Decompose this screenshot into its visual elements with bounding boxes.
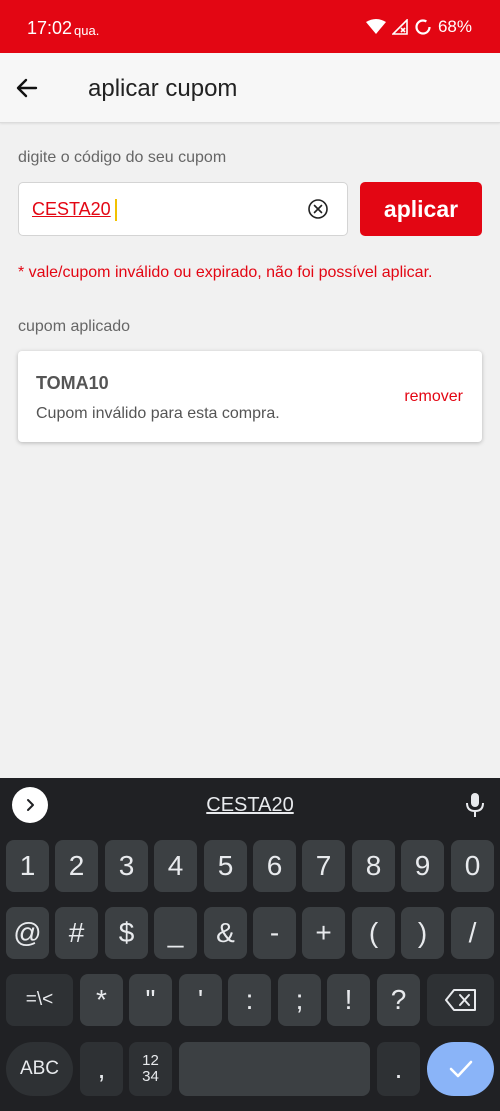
back-button[interactable] [12, 73, 42, 103]
key-9[interactable]: 9 [401, 840, 444, 892]
key-4[interactable]: 4 [154, 840, 197, 892]
close-circle-icon [308, 199, 328, 219]
battery-percent: 68% [437, 17, 472, 36]
coupon-error-message: * vale/cupom inválido ou expirado, não f… [18, 264, 433, 281]
key-ampersand[interactable]: & [204, 907, 247, 959]
apply-coupon-button[interactable]: aplicar [360, 182, 482, 236]
clear-input-button[interactable] [307, 198, 329, 220]
applied-coupon-code: TOMA10 [36, 373, 109, 393]
page-title: aplicar cupom [88, 75, 238, 102]
applied-coupon-label: cupom aplicado [18, 318, 131, 335]
key-plus[interactable]: + [302, 907, 345, 959]
key-question[interactable]: ? [377, 974, 420, 1026]
coupon-code-value[interactable]: CESTA20 [32, 199, 111, 220]
key-0[interactable]: 0 [451, 840, 494, 892]
key-6[interactable]: 6 [253, 840, 296, 892]
arrow-left-icon [16, 78, 38, 98]
key-numpad[interactable]: 12 34 [129, 1042, 172, 1096]
key-comma[interactable]: , [80, 1042, 123, 1096]
status-time: 17:02 [27, 18, 73, 38]
key-hash[interactable]: # [55, 907, 98, 959]
key-colon[interactable]: : [228, 974, 271, 1026]
app-bar: aplicar cupom [0, 53, 500, 123]
key-close-paren[interactable]: ) [401, 907, 444, 959]
key-exclamation[interactable]: ! [327, 974, 370, 1026]
enter-key[interactable] [427, 1042, 494, 1096]
key-1[interactable]: 1 [6, 840, 49, 892]
key-semicolon[interactable]: ; [278, 974, 321, 1026]
backspace-icon [444, 989, 476, 1011]
remove-coupon-button[interactable]: remover [404, 388, 463, 406]
backspace-key[interactable] [427, 974, 494, 1026]
key-slash[interactable]: / [451, 907, 494, 959]
key-abc[interactable]: ABC [6, 1042, 73, 1096]
space-key[interactable] [179, 1042, 370, 1096]
key-5[interactable]: 5 [204, 840, 247, 892]
key-dollar[interactable]: $ [105, 907, 148, 959]
key-2[interactable]: 2 [55, 840, 98, 892]
keyboard: CESTA20 1 2 3 4 5 6 7 8 9 0 @ # $ _ & - … [0, 778, 500, 1111]
keyboard-suggestion[interactable]: CESTA20 [0, 794, 500, 817]
key-double-quote[interactable]: " [129, 974, 172, 1026]
applied-coupon-description: Cupom inválido para esta compra. [36, 405, 280, 422]
key-asterisk[interactable]: * [80, 974, 123, 1026]
key-at[interactable]: @ [6, 907, 49, 959]
key-8[interactable]: 8 [352, 840, 395, 892]
key-period[interactable]: . [377, 1042, 420, 1096]
status-bar: 17:02 qua. 68% [0, 0, 500, 53]
text-caret [115, 199, 117, 221]
key-underscore[interactable]: _ [154, 907, 197, 959]
status-day: qua. [74, 23, 100, 38]
key-3[interactable]: 3 [105, 840, 148, 892]
checkmark-icon [449, 1060, 472, 1078]
key-7[interactable]: 7 [302, 840, 345, 892]
coupon-code-input[interactable]: CESTA20 [18, 182, 348, 236]
key-single-quote[interactable]: ' [179, 974, 222, 1026]
signal-icon [391, 19, 408, 35]
key-more-symbols[interactable]: =\< [6, 974, 73, 1026]
coupon-code-label: digite o código do seu cupom [18, 149, 227, 166]
applied-coupon-card: TOMA10 Cupom inválido para esta compra. … [18, 351, 482, 442]
key-open-paren[interactable]: ( [352, 907, 395, 959]
status-icons: 68% [365, 17, 472, 37]
battery-saver-icon [414, 18, 432, 36]
wifi-icon [365, 19, 386, 35]
keyboard-toolbar: CESTA20 [0, 778, 500, 832]
mic-icon[interactable] [464, 792, 486, 818]
key-minus[interactable]: - [253, 907, 296, 959]
